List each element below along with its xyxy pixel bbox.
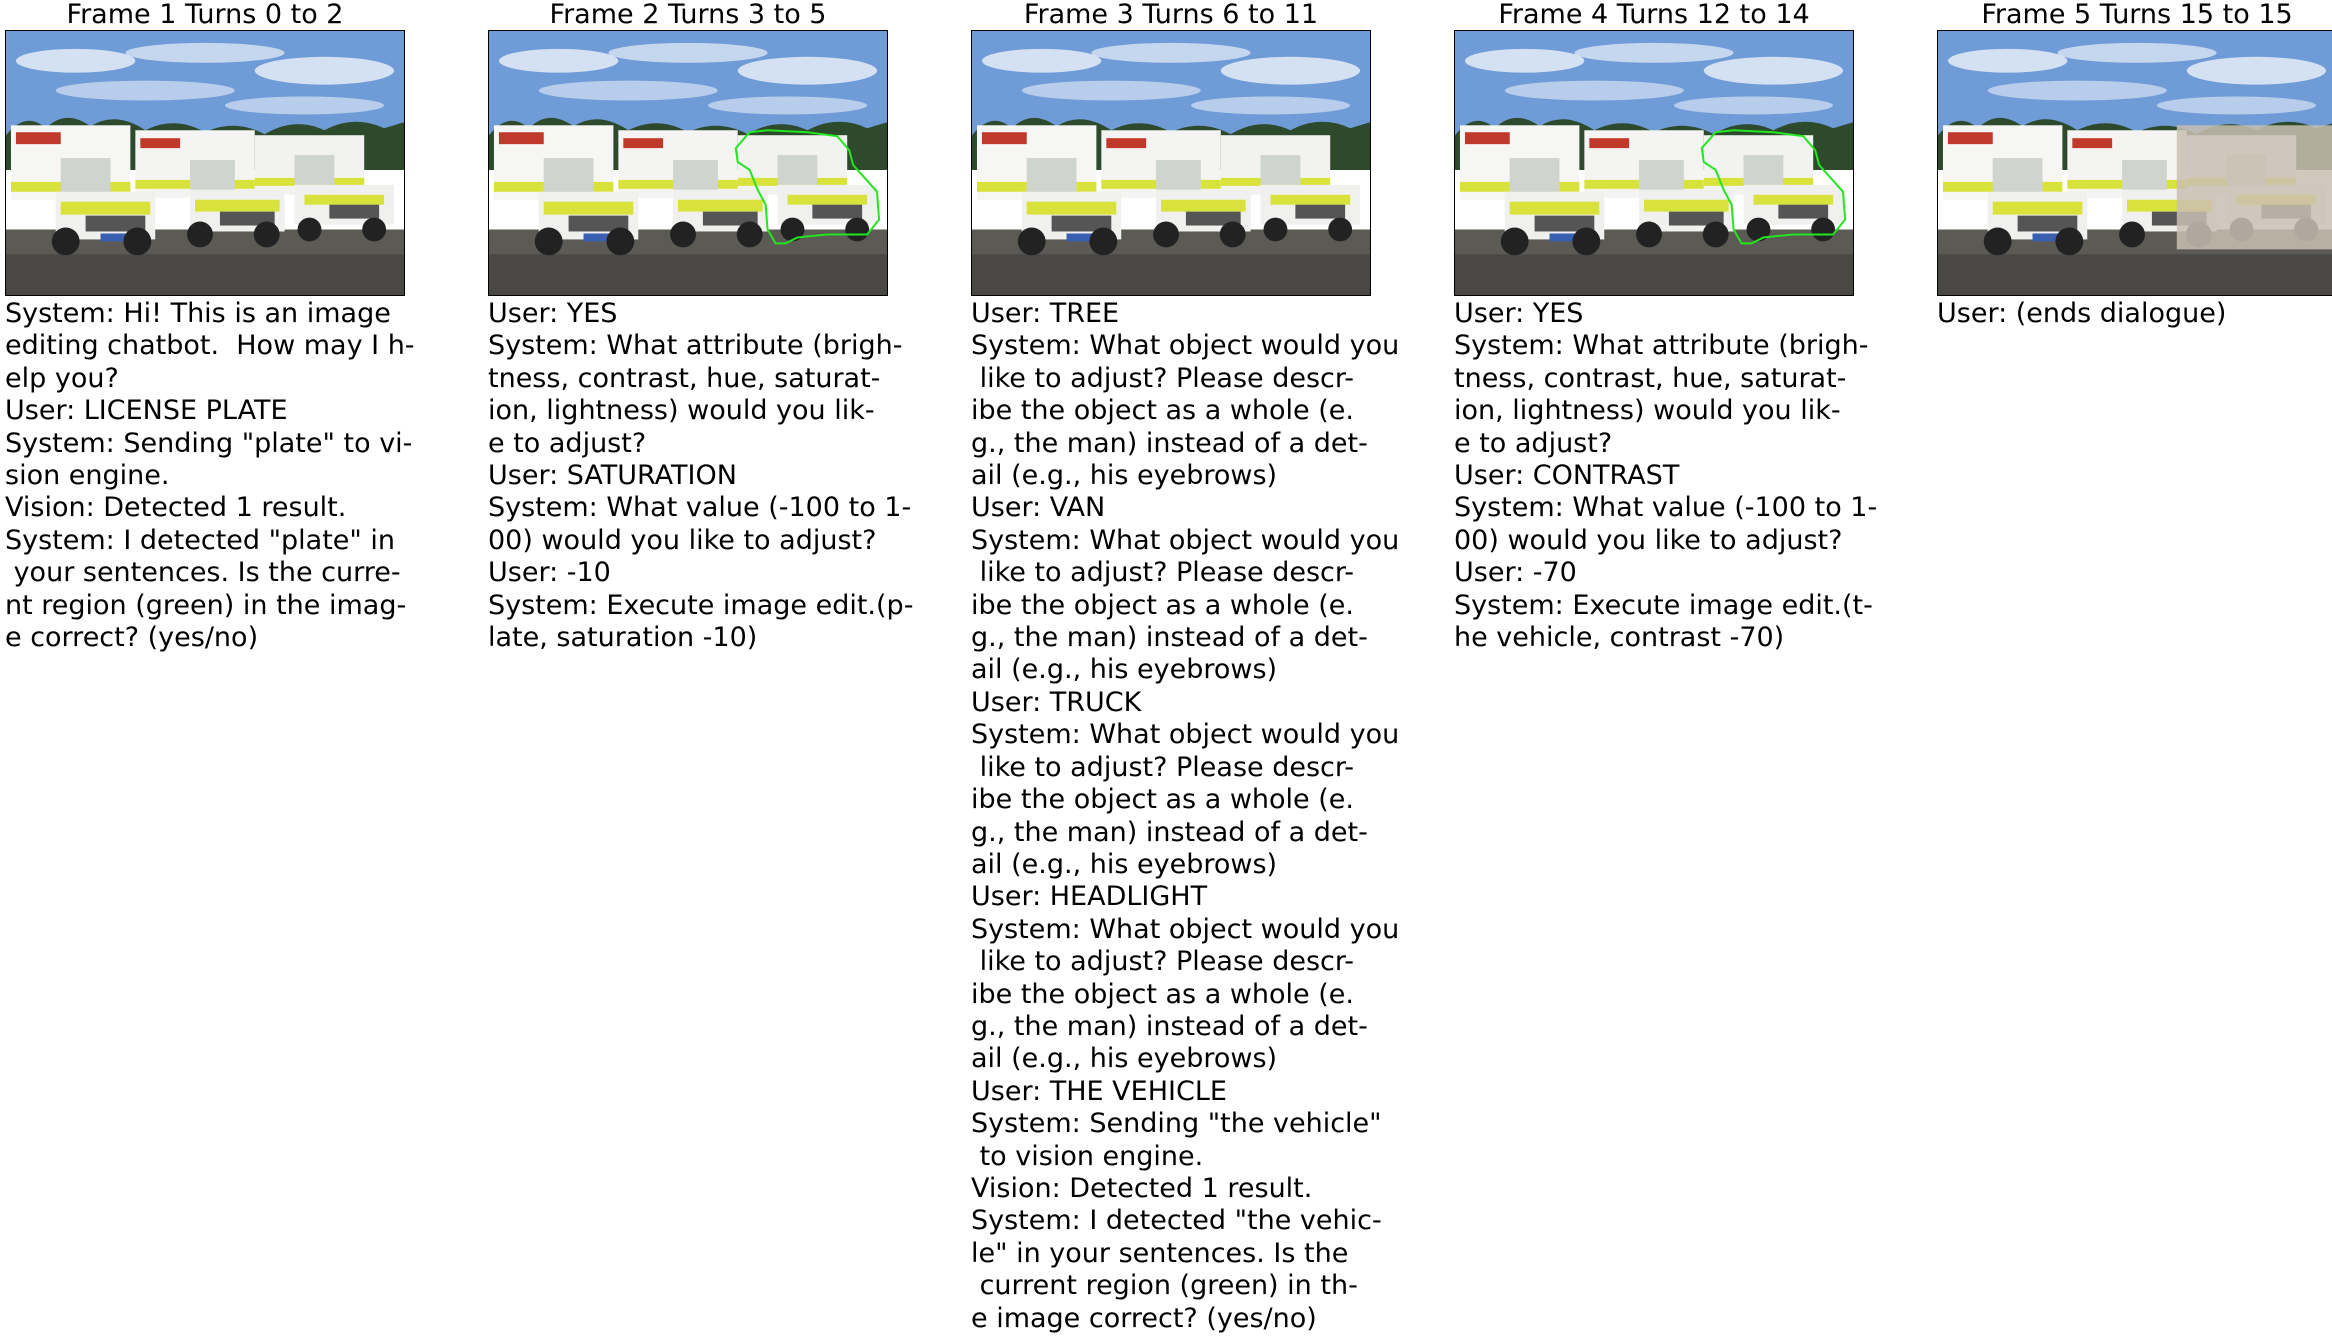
frame-image	[971, 30, 1371, 296]
dialogue-line: g., the man) instead of a det-	[971, 816, 1368, 848]
dialogue-line: User: SATURATION	[488, 460, 737, 492]
dialogue-line: g., the man) instead of a det-	[971, 1010, 1368, 1042]
dialogue-line: System: Sending "plate" to vi-	[5, 427, 413, 459]
dialogue-line: g., the man) instead of a det-	[971, 622, 1368, 654]
dialogue-line: ibe the object as a whole (e.	[971, 589, 1354, 621]
frame-title: Frame 5 Turns 15 to 15	[1981, 0, 2293, 30]
dialogue-transcript: User: YES System: What attribute (brigh-t…	[488, 298, 958, 654]
dialogue-line: tness, contrast, hue, saturat-	[1454, 362, 1847, 394]
dialogue-line: late, saturation -10)	[488, 622, 758, 654]
dialogue-line: like to adjust? Please descr-	[971, 557, 1354, 589]
dialogue-line: User: VAN	[971, 492, 1106, 524]
dialogue-line: User: TREE	[971, 298, 1120, 329]
frame-panel-5: Frame 5 Turns 15 to 15 User: (ends dialo…	[1937, 0, 2332, 330]
frame-panel-4: Frame 4 Turns 12 to 14 User: YES System:…	[1454, 0, 1924, 654]
dialogue-line: e image correct? (yes/no)	[971, 1302, 1317, 1334]
dialogue-line: System: What object would you	[971, 330, 1400, 362]
dialogue-line: User: HEADLIGHT	[971, 881, 1208, 913]
dialogue-line: e to adjust?	[1454, 427, 1613, 459]
dialogue-line: he vehicle, contrast -70)	[1454, 622, 1785, 654]
frame-image	[488, 30, 888, 296]
dialogue-line: System: What object would you	[971, 524, 1400, 556]
dialogue-line: 00) would you like to adjust?	[1454, 524, 1843, 556]
dialogue-line: ail (e.g., his eyebrows)	[971, 460, 1278, 492]
dialogue-line: User: TRUCK	[971, 686, 1142, 718]
dialogue-line: User: YES	[1454, 298, 1584, 329]
dialogue-line: ion, lightness) would you lik-	[488, 395, 875, 427]
dialogue-line: your sentences. Is the curre-	[5, 557, 401, 589]
dialogue-line: System: Hi! This is an image	[5, 298, 391, 329]
dialogue-line: le" in your sentences. Is the	[971, 1237, 1349, 1269]
frame-title: Frame 3 Turns 6 to 11	[1023, 0, 1319, 30]
dialogue-line: User: THE VEHICLE	[971, 1075, 1227, 1107]
dialogue-transcript: System: Hi! This is an image editing chat…	[5, 298, 475, 654]
dialogue-line: Vision: Detected 1 result.	[971, 1172, 1313, 1204]
dialogue-line: ion, lightness) would you lik-	[1454, 395, 1841, 427]
ambulance-photo	[1455, 31, 1853, 295]
dialogue-line: like to adjust? Please descr-	[971, 751, 1354, 783]
dialogue-line: System: What value (-100 to 1-	[1454, 492, 1878, 524]
frame-title: Frame 4 Turns 12 to 14	[1498, 0, 1810, 30]
dialogue-line: System: What value (-100 to 1-	[488, 492, 912, 524]
dialogue-line: System: What object would you	[971, 913, 1400, 945]
dialogue-line: System: I detected "plate" in	[5, 524, 396, 556]
dialogue-line: System: Execute image edit.(p-	[488, 589, 914, 621]
dialogue-line: System: Execute image edit.(t-	[1454, 589, 1873, 621]
dialogue-line: sion engine.	[5, 460, 170, 492]
dialogue-line: System: I detected "the vehic-	[971, 1205, 1382, 1237]
frame-image	[1937, 30, 2332, 296]
dialogue-line: User: YES	[488, 298, 618, 329]
dialogue-line: System: What attribute (brigh-	[488, 330, 903, 362]
dialogue-line: e to adjust?	[488, 427, 647, 459]
dialogue-line: User: (ends dialogue)	[1937, 298, 2227, 329]
frame-title: Frame 2 Turns 3 to 5	[549, 0, 827, 30]
dialogue-line: System: What object would you	[971, 719, 1400, 751]
dialogue-line: to vision engine.	[971, 1140, 1204, 1172]
dialogue-line: like to adjust? Please descr-	[971, 946, 1354, 978]
frame-panel-1: Frame 1 Turns 0 to 2 System: Hi! This is…	[5, 0, 475, 654]
dialogue-line: System: What attribute (brigh-	[1454, 330, 1869, 362]
frame-image	[1454, 30, 1854, 296]
dialogue-line: tness, contrast, hue, saturat-	[488, 362, 881, 394]
dialogue-line: ibe the object as a whole (e.	[971, 395, 1354, 427]
ambulance-photo	[6, 31, 404, 295]
dialogue-line: System: Sending "the vehicle"	[971, 1108, 1382, 1140]
ambulance-photo	[972, 31, 1370, 295]
dialogue-transcript: User: (ends dialogue)	[1937, 298, 2332, 330]
frame-image	[5, 30, 405, 296]
dialogue-line: Vision: Detected 1 result.	[5, 492, 347, 524]
dialogue-line: ibe the object as a whole (e.	[971, 978, 1354, 1010]
dialogue-line: ail (e.g., his eyebrows)	[971, 654, 1278, 686]
dialogue-line: current region (green) in th-	[971, 1270, 1358, 1302]
dialogue-line: g., the man) instead of a det-	[971, 427, 1368, 459]
dialogue-line: 00) would you like to adjust?	[488, 524, 877, 556]
frame-panel-2: Frame 2 Turns 3 to 5 User: YES System: W…	[488, 0, 958, 654]
ambulance-photo	[1938, 31, 2332, 295]
frame-panel-3: Frame 3 Turns 6 to 11 User: TREE System:…	[971, 0, 1441, 1335]
dialogue-line: ail (e.g., his eyebrows)	[971, 848, 1278, 880]
dialogue-transcript: User: YES System: What attribute (brigh-t…	[1454, 298, 1924, 654]
dialogue-line: User: -10	[488, 557, 611, 589]
dialogue-line: elp you?	[5, 362, 119, 394]
dialogue-line: ibe the object as a whole (e.	[971, 784, 1354, 816]
dialogue-transcript: User: TREE System: What object would you …	[971, 298, 1441, 1335]
dialogue-line: nt region (green) in the imag-	[5, 589, 407, 621]
dialogue-line: User: -70	[1454, 557, 1577, 589]
ambulance-photo	[489, 31, 887, 295]
dialogue-line: like to adjust? Please descr-	[971, 362, 1354, 394]
frame-title: Frame 1 Turns 0 to 2	[66, 0, 344, 30]
dialogue-line: editing chatbot. How may I h-	[5, 330, 415, 362]
dialogue-line: User: LICENSE PLATE	[5, 395, 288, 427]
dialogue-line: ail (e.g., his eyebrows)	[971, 1043, 1278, 1075]
dialogue-line: User: CONTRAST	[1454, 460, 1680, 492]
dialogue-line: e correct? (yes/no)	[5, 622, 259, 654]
